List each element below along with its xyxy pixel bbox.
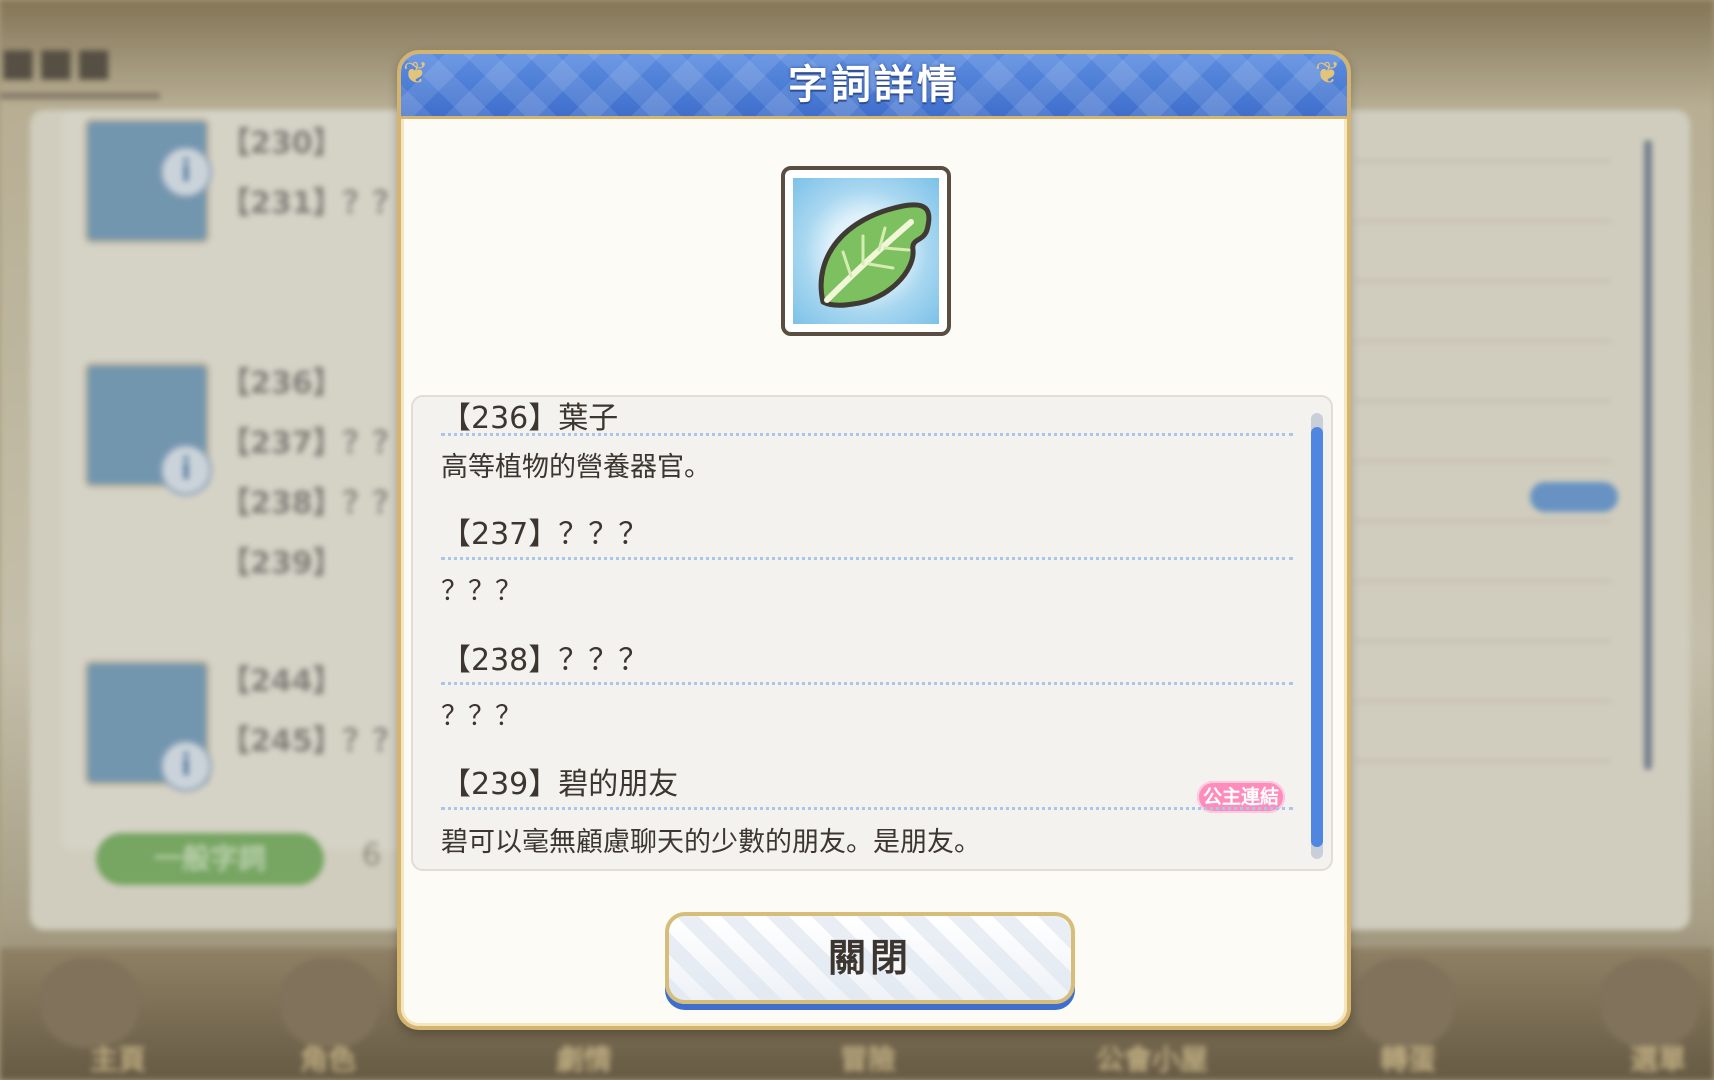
entry-title: 【237】？？？ xyxy=(441,517,649,552)
entry-title: 【236】葉子 xyxy=(441,401,619,436)
corner-ornament-icon: ❦ xyxy=(403,56,429,91)
entry-separator xyxy=(441,807,1293,810)
corner-ornament-icon: ❦ xyxy=(1315,56,1341,91)
close-button[interactable]: 關閉 xyxy=(665,912,1075,1004)
entry-description: ？？？ xyxy=(441,701,522,732)
entry-description: ？？？ xyxy=(441,576,522,607)
entry-separator xyxy=(441,557,1293,560)
entry-separator xyxy=(441,433,1293,436)
scrollbar-thumb[interactable] xyxy=(1311,427,1323,847)
entry-title: 【239】碧的朋友 xyxy=(441,767,679,802)
word-detail-dialog: 字詞詳情 ❦ ❦ 【236】葉子 高等植物的營養器官。 【237】？？？ ？？？… xyxy=(397,50,1351,1030)
dialog-title: 字詞詳情 xyxy=(788,62,960,108)
dialog-header: 字詞詳情 xyxy=(401,54,1347,119)
word-entry-list[interactable]: 【236】葉子 高等植物的營養器官。 【237】？？？ ？？？ 【238】？？？… xyxy=(411,395,1333,871)
entry-description: 碧可以毫無顧慮聊天的少數的朋友。是朋友。 xyxy=(441,827,981,858)
entry-separator xyxy=(441,682,1293,685)
word-icon-frame xyxy=(781,166,951,336)
entry-description: 高等植物的營養器官。 xyxy=(441,452,711,483)
list-scrollbar[interactable] xyxy=(1311,413,1323,859)
leaf-icon xyxy=(793,178,939,324)
entry-title: 【238】？？？ xyxy=(441,643,649,678)
close-button-label: 關閉 xyxy=(827,936,912,980)
